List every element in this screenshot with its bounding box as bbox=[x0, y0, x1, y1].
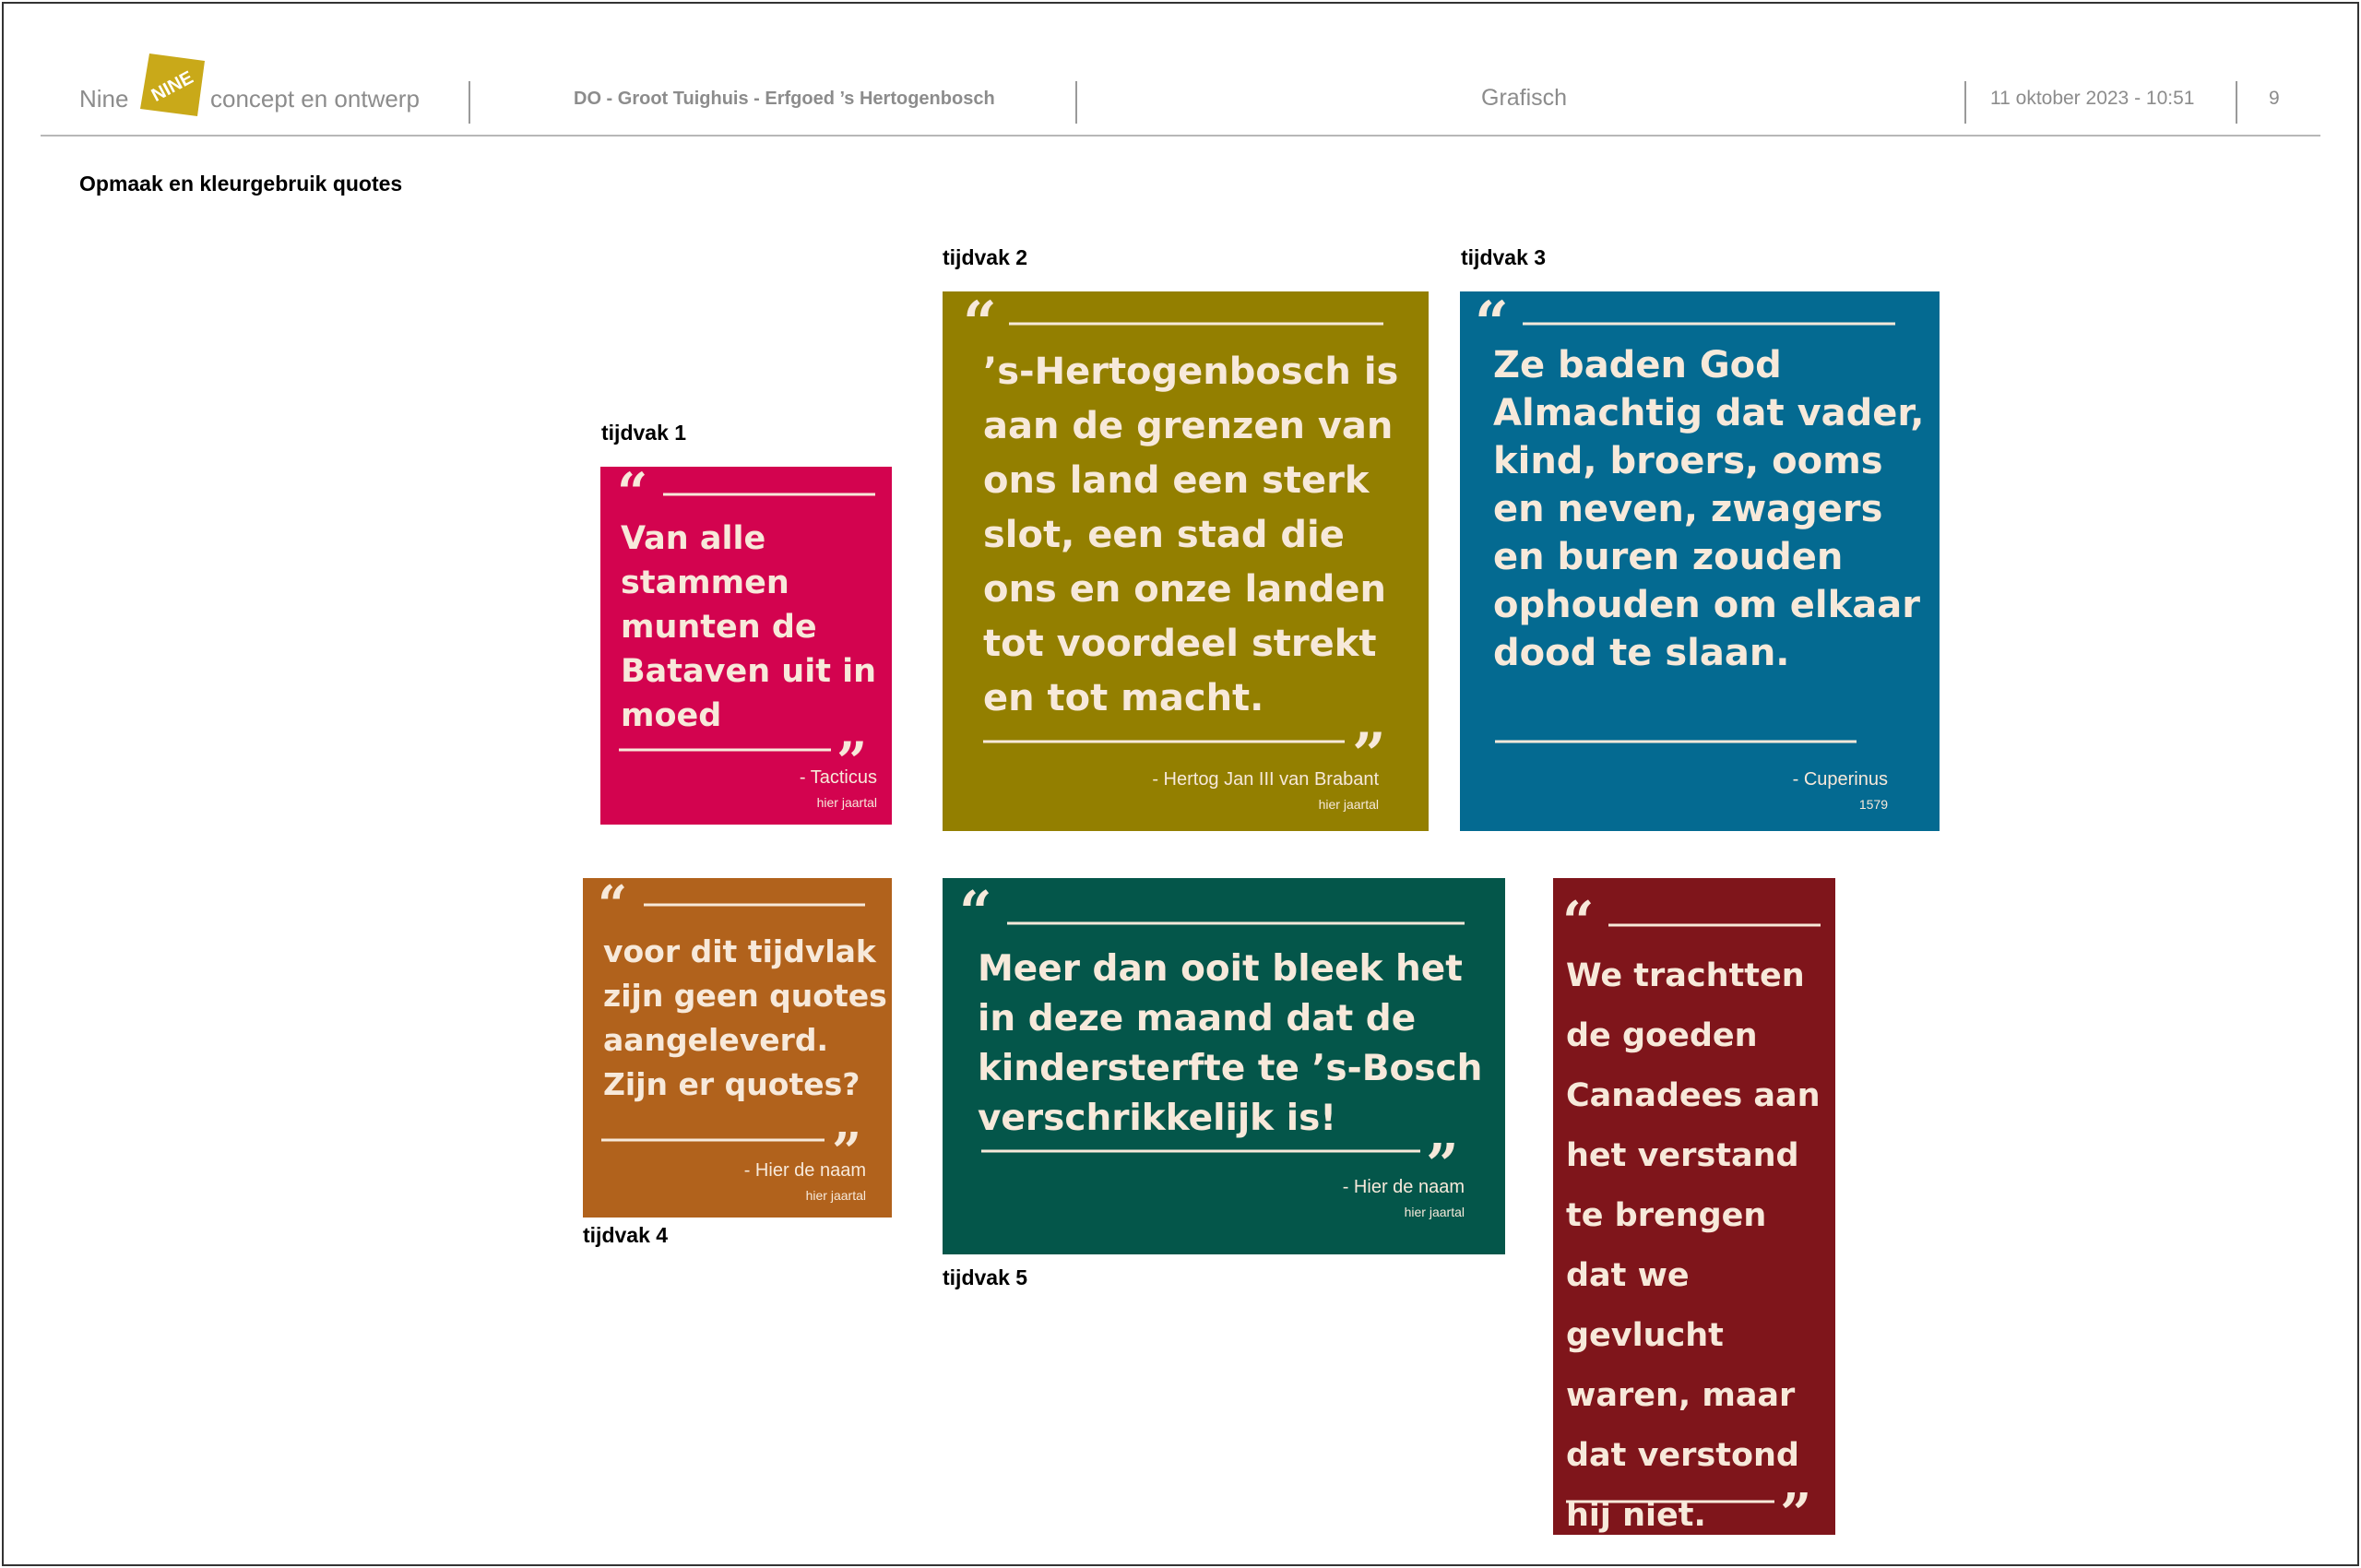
svg-text:“: “ bbox=[959, 878, 992, 945]
open-quote-icon: “ bbox=[959, 878, 992, 945]
brand-name: Nine bbox=[79, 85, 129, 113]
document-header: Nine NINE concept en ontwerp DO - Groot … bbox=[41, 42, 2320, 135]
quote-text: We trachtten de goeden Canadees aan het … bbox=[1566, 957, 1821, 1534]
quote-year: 1579 bbox=[1858, 797, 1888, 812]
quote-card-tijdvak-1: “ ” Van alle stammen munten de Bataven u… bbox=[600, 467, 892, 825]
quote-author: - Hier de naam bbox=[743, 1160, 866, 1181]
quote-year: hier jaartal bbox=[1318, 797, 1379, 812]
label-tijdvak-4: tijdvak 4 bbox=[583, 1223, 669, 1247]
header-divider bbox=[469, 81, 470, 124]
open-quote-icon: “ bbox=[598, 878, 627, 935]
header-rule bbox=[41, 135, 2320, 137]
quote-author: - Cuperinus bbox=[1792, 769, 1888, 790]
label-tijdvak-2: tijdvak 2 bbox=[943, 245, 1028, 269]
project-title: DO - Groot Tuighuis - Erfgoed ’s Hertoge… bbox=[574, 89, 995, 109]
header-divider bbox=[1964, 81, 1966, 124]
quote-text: Ze baden God Almachtig dat vader, kind, … bbox=[1493, 344, 1925, 674]
quote-text: Meer dan ooit bleek het in deze maand da… bbox=[978, 948, 1483, 1139]
brand-tagline: concept en ontwerp bbox=[210, 85, 420, 113]
svg-text:“: “ bbox=[598, 878, 627, 935]
quote-card-tijdvak-5: “ ” Meer dan ooit bleek het in deze maan… bbox=[943, 878, 1505, 1254]
document-date: 11 oktober 2023 - 10:51 bbox=[1990, 88, 2195, 109]
quote-year: hier jaartal bbox=[816, 795, 877, 810]
nine-logo-icon: NINE bbox=[140, 53, 205, 116]
quote-author: - Hier de naam bbox=[1342, 1177, 1465, 1197]
open-quote-icon: “ bbox=[617, 467, 647, 524]
label-tijdvak-5: tijdvak 5 bbox=[943, 1265, 1028, 1289]
quote-card-tijdvak-3: “ Ze baden God Almachtig dat vader, kind… bbox=[1460, 291, 1940, 831]
quote-author: - Hertog Jan III van Brabant bbox=[1152, 769, 1379, 790]
svg-text:“: “ bbox=[1562, 890, 1595, 955]
quote-text: voor dit tijdvlak zijn geen quotes aange… bbox=[603, 933, 887, 1102]
section-name: Grafisch bbox=[1481, 85, 1568, 111]
label-tijdvak-1: tijdvak 1 bbox=[601, 421, 687, 445]
svg-text:“: “ bbox=[617, 467, 647, 524]
page-number: 9 bbox=[2269, 88, 2280, 109]
page-title: Opmaak en kleurgebruik quotes bbox=[79, 172, 403, 196]
quote-year: hier jaartal bbox=[1404, 1205, 1465, 1219]
quote-text: ’s-Hertogenbosch is aan de grenzen van o… bbox=[983, 350, 1399, 719]
quote-text: Van alle stammen munten de Bataven uit i… bbox=[621, 520, 877, 734]
quote-year: hier jaartal bbox=[805, 1188, 866, 1203]
quote-card-tijdvak-4: “ ” voor dit tijdvlak zijn geen quotes a… bbox=[583, 878, 892, 1218]
quote-card-tijdvak-2: “ ” ’s-Hertogenbosch is aan de grenzen v… bbox=[943, 291, 1429, 831]
quote-author: - Tacticus bbox=[799, 767, 877, 788]
header-divider bbox=[1075, 81, 1077, 124]
label-tijdvak-3: tijdvak 3 bbox=[1461, 245, 1547, 269]
open-quote-icon: “ bbox=[1562, 890, 1595, 955]
quote-card-tall: “ ” We trachtten de goeden Canadees aan … bbox=[1553, 878, 1835, 1535]
header-divider bbox=[2236, 81, 2237, 124]
